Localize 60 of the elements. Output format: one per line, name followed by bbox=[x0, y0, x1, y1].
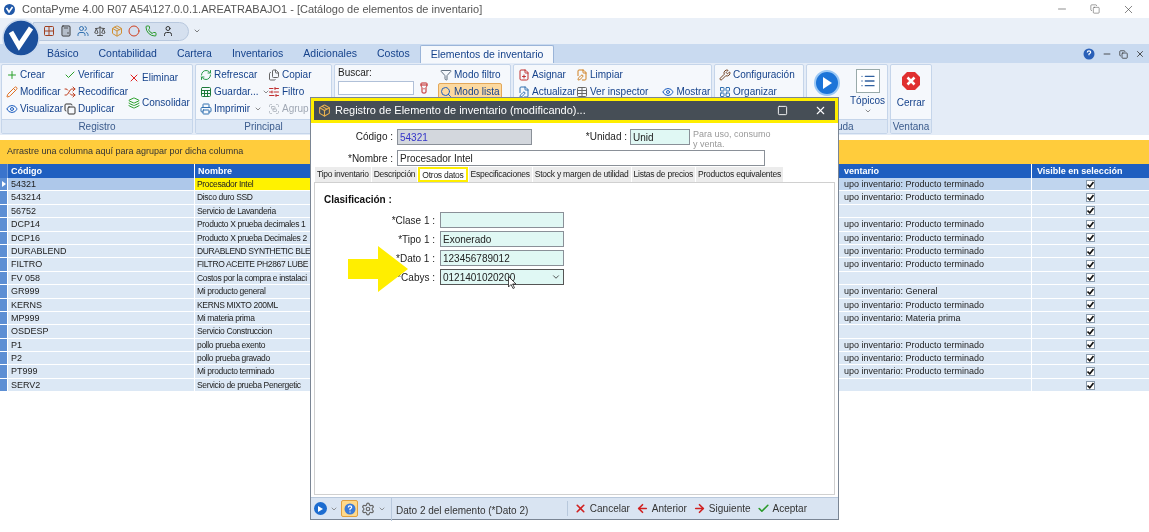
table-cell: DCP16 bbox=[8, 231, 195, 244]
table-cell-text: Costos por la compra e instalaci bbox=[196, 271, 308, 285]
table-cell: upo inventario: General bbox=[844, 286, 938, 297]
group-panel-hint: Arrastre una columna aquí para agrupar por dicha columna bbox=[7, 145, 244, 159]
table-cell-text: Mi producto terminado bbox=[196, 365, 276, 378]
table-cell: upo inventario: Producto terminado bbox=[844, 299, 985, 310]
field-label: *Tipo 1 : bbox=[398, 232, 435, 247]
table-cell: upo inventario: Materia prima bbox=[844, 312, 961, 323]
group-label: Ventana bbox=[892, 121, 930, 132]
section-title: Clasificación : bbox=[324, 193, 393, 207]
window-title: ContaPyme 4.00 R07 A54\127.0.0.1.AREATRABAJO1 - [Catálogo de elementos de inventario] bbox=[22, 1, 484, 17]
table-cell-text: FILTRO ACEITE PH2867 LUBE bbox=[196, 258, 310, 271]
table-cell-text: pollo prueba exento bbox=[196, 338, 267, 352]
table-cell: upo inventario: Producto terminado bbox=[844, 192, 985, 203]
table-cell-text: Producto X prueba decimales 1 bbox=[196, 218, 307, 231]
table-cell: upo inventario: Producto terminado bbox=[844, 353, 985, 364]
table-cell-text: Disco duro SSD bbox=[196, 191, 254, 204]
table-cell-text: Producto X prueba Decimales 2 bbox=[196, 231, 308, 244]
field-label: *Nombre : bbox=[348, 151, 393, 166]
table-cell: 54321 bbox=[8, 178, 195, 191]
table-cell: DCP14 bbox=[8, 218, 195, 231]
table-cell-text: DURABLEND SYNTHETIC BLE bbox=[196, 244, 310, 258]
search-label: Buscar: bbox=[338, 66, 372, 80]
field-hint: Para uso, consumo y venta. bbox=[693, 129, 772, 149]
group-label: Principal bbox=[244, 121, 283, 132]
table-cell-text: Servicio de Lavanderia bbox=[196, 204, 277, 218]
table-cell-text: Servicio Construccion bbox=[196, 325, 273, 338]
field-label: *Unidad : bbox=[585, 130, 627, 144]
table-cell-text: Mi producto general bbox=[196, 285, 267, 298]
table-cell: 56752 bbox=[8, 204, 195, 218]
table-cell-text: Mi materia prima bbox=[196, 311, 256, 325]
table-cell: PT999 bbox=[8, 365, 195, 378]
table-cell-text: KERNS MIXTO 200ML bbox=[196, 298, 279, 311]
table-cell: 543214 bbox=[8, 191, 195, 204]
table-cell: upo inventario: Producto terminado bbox=[844, 259, 985, 270]
field-label: *Dato 1 : bbox=[396, 251, 435, 266]
table-cell: FILTRO bbox=[8, 258, 195, 271]
table-cell: FV 058 bbox=[8, 271, 195, 285]
table-cell: upo inventario: Producto terminado bbox=[844, 339, 985, 350]
table-cell: upo inventario: Producto terminado bbox=[844, 219, 985, 230]
table-cell: OSDESP bbox=[8, 325, 195, 338]
table-cell: SERV2 bbox=[8, 378, 195, 392]
table-cell: P2 bbox=[8, 352, 195, 365]
table-cell: GR999 bbox=[8, 285, 195, 298]
field-label: *Clase 1 : bbox=[391, 213, 435, 228]
status-text: Dato 2 del elemento (*Dato 2) bbox=[396, 504, 529, 516]
table-cell: upo inventario: Producto terminado bbox=[844, 179, 985, 189]
table-cell: P1 bbox=[8, 338, 195, 352]
table-cell: MP999 bbox=[8, 311, 195, 325]
table-cell: upo inventario: Producto terminado bbox=[844, 232, 985, 243]
dialog-title: Registro de Elemento de inventario (modificando)... bbox=[335, 103, 587, 119]
group-label: Registro bbox=[78, 121, 116, 132]
table-cell-text: Servicio de prueba Penergetic bbox=[196, 378, 302, 392]
table-cell-text: pollo prueba gravado bbox=[196, 352, 271, 365]
table-cell: upo inventario: Producto terminado bbox=[844, 366, 985, 377]
table-cell: upo inventario: Producto terminado bbox=[844, 245, 985, 256]
table-cell: Procesador Intel bbox=[195, 178, 310, 191]
field-label: Código : bbox=[355, 130, 393, 144]
table-cell: DURABLEND bbox=[8, 244, 195, 258]
table-cell: KERNS bbox=[8, 298, 195, 311]
